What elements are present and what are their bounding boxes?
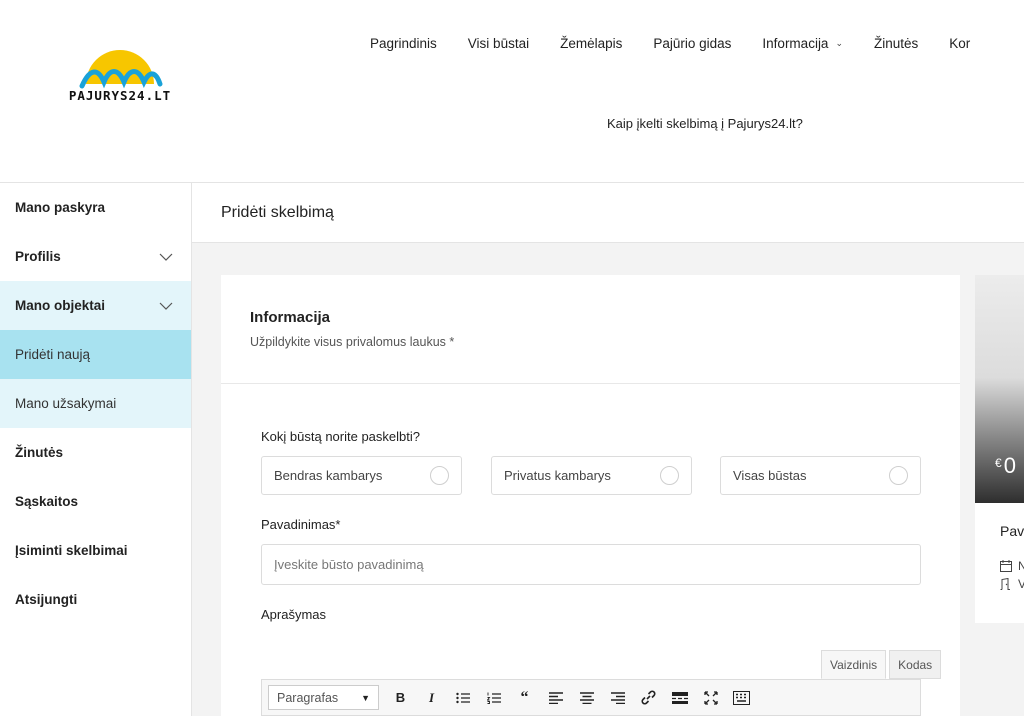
tab-kodas[interactable]: Kodas: [889, 650, 942, 679]
preview-title: Pav: [1000, 523, 1024, 539]
description-label: Aprašymas: [261, 607, 327, 622]
preview-row-text: N: [1018, 559, 1024, 573]
blockquote-icon[interactable]: “: [513, 685, 536, 710]
logo-text: PAJURYS24.LT: [68, 88, 172, 103]
section-subtitle: Užpildykite visus privalomus laukus *: [250, 335, 455, 349]
sidebar-item-prideti-nauja[interactable]: Pridėti naują: [0, 330, 191, 379]
account-sidebar: Mano paskyra Profilis Mano objektai Prid…: [0, 183, 192, 716]
nav-pajurio-gidas[interactable]: Pajūrio gidas: [653, 36, 731, 51]
radio-privatus-kambarys[interactable]: Privatus kambarys: [491, 456, 692, 495]
nav-label: Pajūrio gidas: [653, 36, 732, 51]
caret-down-icon: ▼: [361, 692, 370, 703]
price-currency: €: [995, 456, 1002, 470]
radio-label: Visas būstas: [733, 468, 807, 483]
name-label: Pavadinimas*: [261, 517, 341, 532]
listing-name-input[interactable]: [261, 544, 921, 585]
format-select[interactable]: Paragrafas ▼: [268, 685, 379, 710]
page-title: Pridėti skelbimą: [221, 204, 334, 221]
tab-vaizdinis[interactable]: Vaizdinis: [821, 650, 887, 679]
site-header: PAJURYS24.LT Pagrindinis Visi būstai Žem…: [0, 0, 1024, 183]
form-section-header: Informacija Užpildykite visus privalomus…: [221, 275, 960, 384]
main-content: Pridėti skelbimą Informacija Užpildykite…: [192, 183, 1024, 716]
fullscreen-icon[interactable]: [699, 685, 722, 710]
sidebar-item-label: Žinutės: [15, 445, 64, 460]
sidebar-item-saskaitos[interactable]: Sąskaitos: [0, 477, 191, 526]
preview-row-guests: V: [1000, 577, 1024, 591]
preview-image: €0: [975, 275, 1024, 503]
sidebar-item-label: Mano paskyra: [15, 200, 106, 215]
chevron-down-icon: [159, 299, 173, 313]
nav-how-to-upload[interactable]: Kaip įkelti skelbimą į Pajurys24.lt?: [607, 116, 803, 131]
italic-icon[interactable]: I: [420, 685, 443, 710]
sidebar-item-label: Atsijungti: [15, 592, 78, 607]
align-right-icon[interactable]: [606, 685, 629, 710]
listing-preview-card: €0 Pav N V: [975, 275, 1024, 623]
nav-label: Visi būstai: [467, 36, 530, 51]
radio-label: Privatus kambarys: [504, 468, 611, 483]
radio-label: Bendras kambarys: [274, 468, 383, 483]
sidebar-item-atsijungti[interactable]: Atsijungti: [0, 575, 191, 624]
main-nav: Pagrindinis Visi būstai Žemėlapis Pajūri…: [370, 36, 1001, 51]
bold-icon[interactable]: B: [389, 685, 412, 710]
nav-label: Žemėlapis: [560, 36, 623, 51]
radio-bendras-kambarys[interactable]: Bendras kambarys: [261, 456, 462, 495]
listing-form-card: Informacija Užpildykite visus privalomus…: [221, 275, 960, 716]
format-select-value: Paragrafas: [277, 690, 339, 705]
nav-informacija[interactable]: Informacija ⌄: [762, 36, 843, 51]
property-type-label: Kokį būstą norite paskelbti?: [261, 429, 420, 444]
sidebar-item-label: Profilis: [15, 249, 61, 264]
sidebar-item-label: Mano užsakymai: [15, 396, 117, 411]
read-more-icon[interactable]: [668, 685, 691, 710]
radio-circle-icon: [660, 466, 679, 485]
sidebar-item-label: Pridėti naują: [15, 347, 91, 362]
nav-label: Žinutės: [874, 36, 919, 51]
numbered-list-icon[interactable]: [482, 685, 505, 710]
keyboard-icon[interactable]: [730, 685, 753, 710]
preview-row-text: V: [1018, 577, 1024, 591]
align-left-icon[interactable]: [544, 685, 567, 710]
price-value: 0: [1003, 453, 1016, 478]
door-icon: [1000, 578, 1010, 590]
preview-price: €0: [995, 453, 1016, 479]
preview-row-dates: N: [1000, 559, 1024, 573]
site-logo[interactable]: PAJURYS24.LT: [58, 38, 182, 104]
nav-kontaktai[interactable]: Kor: [949, 36, 970, 51]
section-title: Informacija: [250, 309, 331, 326]
radio-circle-icon: [430, 466, 449, 485]
sidebar-item-zinutes[interactable]: Žinutės: [0, 428, 191, 477]
nav-zemelapis[interactable]: Žemėlapis: [560, 36, 622, 51]
sidebar-item-mano-paskyra[interactable]: Mano paskyra: [0, 183, 191, 232]
radio-circle-icon: [889, 466, 908, 485]
sidebar-item-mano-uzsakymai[interactable]: Mano užsakymai: [0, 379, 191, 428]
sidebar-item-label: Sąskaitos: [15, 494, 79, 509]
editor-toolbar: Paragrafas ▼ B I “: [261, 679, 921, 716]
editor-tabs: Vaizdinis Kodas: [818, 650, 942, 679]
sidebar-item-mano-objektai[interactable]: Mano objektai: [0, 281, 191, 330]
nav-visi-bustai[interactable]: Visi būstai: [468, 36, 529, 51]
chevron-down-icon: ⌄: [835, 38, 843, 48]
sidebar-item-isiminti-skelbimai[interactable]: Įsiminti skelbimai: [0, 526, 191, 575]
nav-label: Pagrindinis: [370, 36, 437, 51]
chevron-down-icon: [159, 250, 173, 264]
bullet-list-icon[interactable]: [451, 685, 474, 710]
link-icon[interactable]: [637, 685, 660, 710]
nav-label: Kor: [949, 36, 971, 51]
radio-visas-bustas[interactable]: Visas būstas: [720, 456, 921, 495]
calendar-icon: [1000, 560, 1012, 572]
nav-zinutes[interactable]: Žinutės: [874, 36, 918, 51]
sidebar-item-label: Mano objektai: [15, 298, 106, 313]
sidebar-item-label: Įsiminti skelbimai: [15, 543, 128, 558]
sidebar-item-profilis[interactable]: Profilis: [0, 232, 191, 281]
nav-label: Informacija: [762, 36, 829, 51]
align-center-icon[interactable]: [575, 685, 598, 710]
logo-sun-wave-icon: [79, 50, 163, 89]
page-header: Pridėti skelbimą: [192, 183, 1024, 243]
nav-pagrindinis[interactable]: Pagrindinis: [370, 36, 437, 51]
